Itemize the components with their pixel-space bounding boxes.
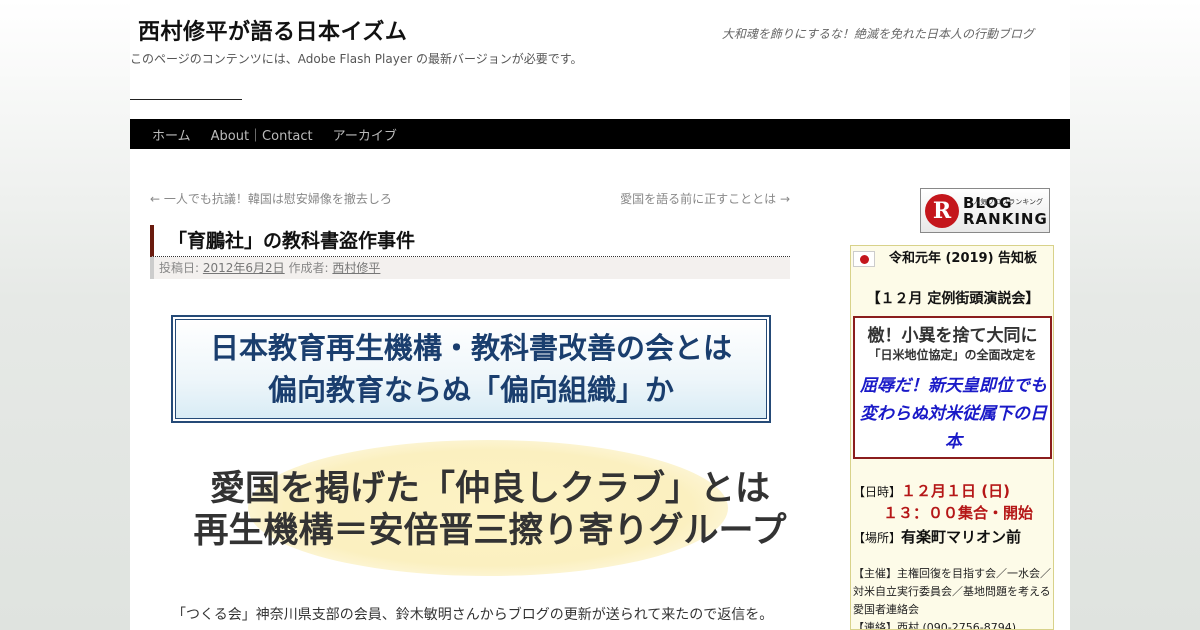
blog-ranking-logo-icon: R [925, 193, 959, 228]
nav-item-home[interactable]: ホーム [142, 125, 201, 144]
notice-box-line2: 「日米地位協定」の全面改定を [868, 348, 1037, 362]
next-post-link[interactable]: 愛国を語る前に正すこととは → [620, 190, 790, 207]
notice-title: 【１２月 定例街頭演説会】 [866, 291, 1040, 307]
blog-ranking-small-text: 人気ブログランキング [973, 198, 1043, 206]
banner2-line2: 再生機構＝安倍晋三擦り寄りグループ [193, 511, 787, 551]
notice-place-row: 【場所】有楽町マリオン前 [853, 526, 1021, 547]
notice-host-text: 【主催】主権回復を目指す会／一水会／対米自立実行委員会／基地問題を考える愛国者連… [853, 567, 1051, 616]
banner1-line2: 偏向教育ならぬ「偏向組織」か [267, 373, 674, 407]
subheadline-banner-image: 愛国を掲げた「仲良しクラブ」とは 再生機構＝安倍晋三擦り寄りグループ [170, 440, 810, 580]
notice-board: 令和元年 (2019) 告知板 【１２月 定例街頭演説会】 檄！小異を捨て大同に… [850, 245, 1054, 630]
notice-header: 令和元年 (2019) 告知板 [888, 251, 1038, 266]
time-value: １３：００集合・開始 [883, 504, 1034, 522]
notice-highlight-box: 檄！小異を捨て大同に 「日米地位協定」の全面改定を 屈辱だ！新天皇即位でも変わら… [853, 316, 1052, 459]
author-label: 作成者: [288, 261, 329, 275]
blog-ranking-line2: RANKING [963, 209, 1048, 228]
site-title[interactable]: 西村修平が語る日本イズム [138, 14, 407, 46]
place-label: 【場所】 [853, 531, 902, 545]
flash-player-notice: このページのコンテンツには、Adobe Flash Player の最新バージョ… [130, 52, 583, 66]
main-nav: ホーム About｜Contact アーカイブ [130, 119, 1070, 149]
site-description: 大和魂を飾りにするな！絶滅を免れた日本人の行動ブログ [721, 27, 1034, 41]
banner1-line1: 日本教育再生機構・教科書改善の会とは [209, 331, 732, 365]
prev-post-link[interactable]: ← 一人でも抗議！韓国は慰安婦像を撤去しろ [150, 190, 392, 207]
date-label: 【日時】 [853, 485, 902, 499]
headline-banner-image: 日本教育再生機構・教科書改善の会とは 偏向教育ならぬ「偏向組織」か [171, 315, 771, 423]
nav-item-about-contact[interactable]: About｜Contact [201, 125, 323, 144]
notice-box-line1: 檄！小異を捨て大同に [867, 326, 1038, 346]
post-meta: 投稿日: 2012年6月2日 作成者: 西村修平 [150, 257, 790, 279]
blog-ranking-badge[interactable]: R BLOG RANKING 人気ブログランキング [920, 188, 1050, 233]
posted-label: 投稿日: [159, 261, 200, 275]
place-value: 有楽町マリオン前 [901, 528, 1022, 546]
header-divider [130, 99, 242, 100]
post-author-link[interactable]: 西村修平 [332, 261, 380, 275]
post-date-link[interactable]: 2012年6月2日 [203, 261, 285, 275]
post-body-text: 「つくる会」神奈川県支部の会員、鈴木敏明さんからブログの更新が送られて来たので返… [172, 607, 774, 623]
notice-date-row: 【日時】１２月１日 (日) [853, 480, 1010, 501]
date-value: １２月１日 (日) [901, 482, 1010, 500]
post-title: 「育鵬社」の教科書盗作事件 [150, 225, 790, 257]
nav-item-archive[interactable]: アーカイブ [323, 125, 407, 144]
post-navigation: ← 一人でも抗議！韓国は慰安婦像を撤去しろ 愛国を語る前に正すこととは → [150, 190, 790, 207]
notice-box-line3: 屈辱だ！新天皇即位でも変わらぬ対米従属下の日本 [860, 376, 1047, 452]
page: 西村修平が語る日本イズム 大和魂を飾りにするな！絶滅を免れた日本人の行動ブログ … [130, 0, 1070, 630]
notice-contact-text: 【連絡】西村 (090-2756-8794) [853, 621, 1017, 630]
